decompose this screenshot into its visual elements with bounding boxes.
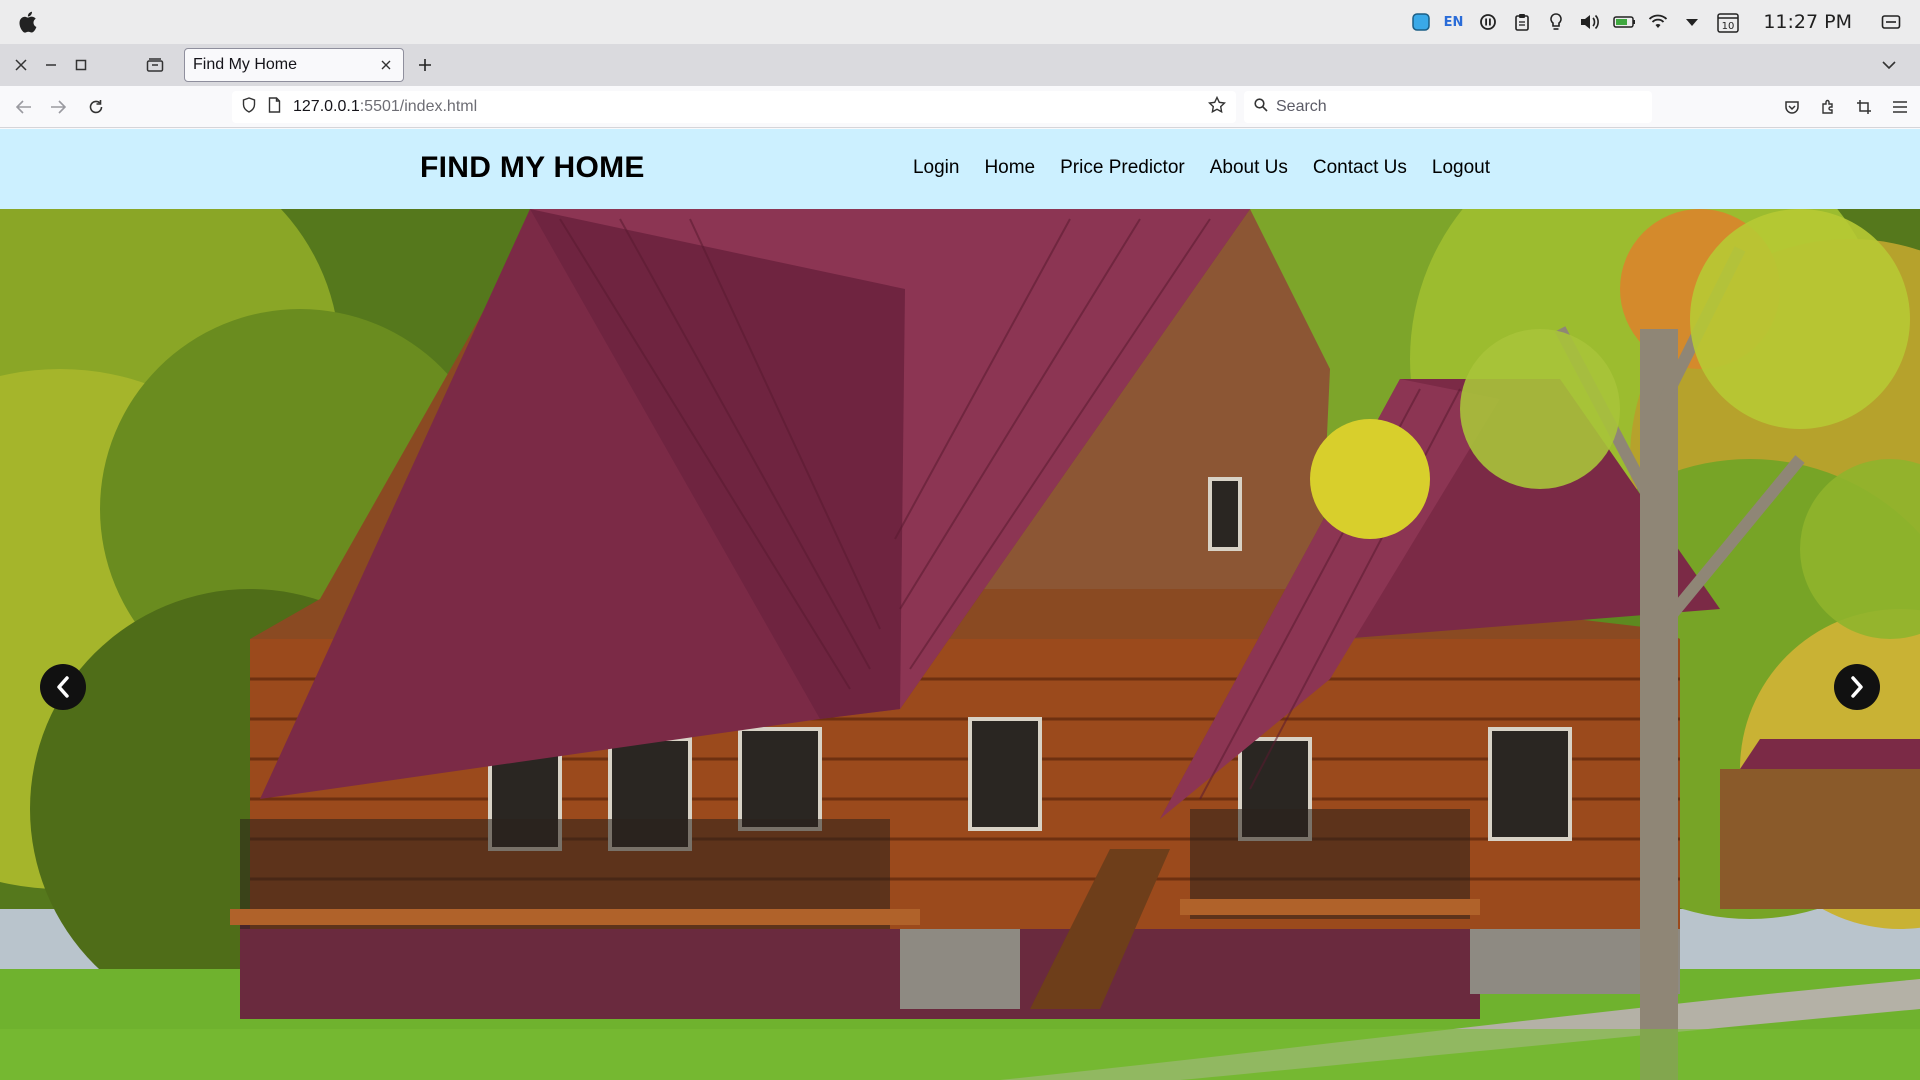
hero-carousel xyxy=(0,209,1920,1080)
tab-close-icon[interactable] xyxy=(377,56,395,74)
nav-link-contact-us[interactable]: Contact Us xyxy=(1313,157,1407,179)
active-tab[interactable]: Find My Home xyxy=(184,48,404,82)
pause-circle-icon[interactable] xyxy=(1477,11,1499,33)
hero-image-log-cabin xyxy=(0,209,1920,1080)
page-icon[interactable] xyxy=(268,96,281,118)
close-window-icon[interactable] xyxy=(10,54,32,76)
chevron-right-icon xyxy=(1851,676,1863,698)
apple-icon[interactable] xyxy=(18,10,40,34)
carousel-prev-button[interactable] xyxy=(40,664,86,710)
extensions-icon[interactable] xyxy=(1816,95,1840,119)
menu-icon[interactable] xyxy=(1888,95,1912,119)
clipboard-icon[interactable] xyxy=(1511,11,1533,33)
url-text[interactable]: 127.0.0.1:5501/index.html xyxy=(293,98,1208,116)
keyboard-language[interactable]: EN xyxy=(1444,15,1464,30)
reload-icon[interactable] xyxy=(84,95,108,119)
browser-tab-strip: Find My Home xyxy=(0,44,1920,86)
new-tab-icon[interactable] xyxy=(414,54,436,76)
pocket-icon[interactable] xyxy=(1780,95,1804,119)
search-icon xyxy=(1254,97,1268,117)
calendar-day: 10 xyxy=(1722,21,1735,32)
clock[interactable]: 11:27 PM xyxy=(1763,11,1852,33)
tab-title: Find My Home xyxy=(193,56,298,73)
browser-toolbar: 127.0.0.1:5501/index.html xyxy=(0,86,1920,128)
maximize-window-icon[interactable] xyxy=(70,54,92,76)
os-top-bar: EN 10 11:27 PM xyxy=(0,0,1920,44)
forward-icon[interactable] xyxy=(46,95,70,119)
site-brand-logo[interactable]: FIND MY HOME xyxy=(420,151,645,185)
wifi-icon[interactable] xyxy=(1647,11,1669,33)
tab-list-chevron-icon[interactable] xyxy=(1878,54,1900,76)
calendar-icon[interactable]: 10 xyxy=(1715,11,1741,33)
nav-link-logout[interactable]: Logout xyxy=(1432,157,1490,179)
bookmark-star-icon[interactable] xyxy=(1207,95,1227,119)
dropdown-arrow-icon[interactable] xyxy=(1681,11,1703,33)
toolbar-right-icons xyxy=(1768,95,1912,119)
nav-link-price-predictor[interactable]: Price Predictor xyxy=(1060,157,1185,179)
url-path: :5501/index.html xyxy=(359,98,478,115)
search-input[interactable] xyxy=(1276,98,1636,116)
url-bar[interactable]: 127.0.0.1:5501/index.html xyxy=(232,91,1236,123)
nav-link-home[interactable]: Home xyxy=(984,157,1035,179)
chevron-left-icon xyxy=(57,676,69,698)
url-host: 127.0.0.1 xyxy=(293,98,360,115)
system-tray: EN 10 11:27 PM xyxy=(1410,0,1920,44)
search-bar[interactable] xyxy=(1244,91,1652,123)
nav-link-about-us[interactable]: About Us xyxy=(1210,157,1288,179)
site-header: FIND MY HOME Login Home Price Predictor … xyxy=(0,129,1920,209)
main-navigation: Login Home Price Predictor About Us Cont… xyxy=(888,157,1490,179)
back-icon[interactable] xyxy=(12,95,36,119)
volume-icon[interactable] xyxy=(1579,11,1601,33)
battery-icon[interactable] xyxy=(1613,11,1636,33)
window-icon[interactable] xyxy=(1880,11,1902,33)
shield-icon[interactable] xyxy=(242,96,256,118)
nav-link-login[interactable]: Login xyxy=(913,157,960,179)
app-square-icon[interactable] xyxy=(1410,11,1432,33)
carousel-next-button[interactable] xyxy=(1834,664,1880,710)
tab-manager-icon[interactable] xyxy=(144,54,166,76)
minimize-window-icon[interactable] xyxy=(40,54,62,76)
screenshot-icon[interactable] xyxy=(1852,95,1876,119)
bulb-icon[interactable] xyxy=(1545,11,1567,33)
